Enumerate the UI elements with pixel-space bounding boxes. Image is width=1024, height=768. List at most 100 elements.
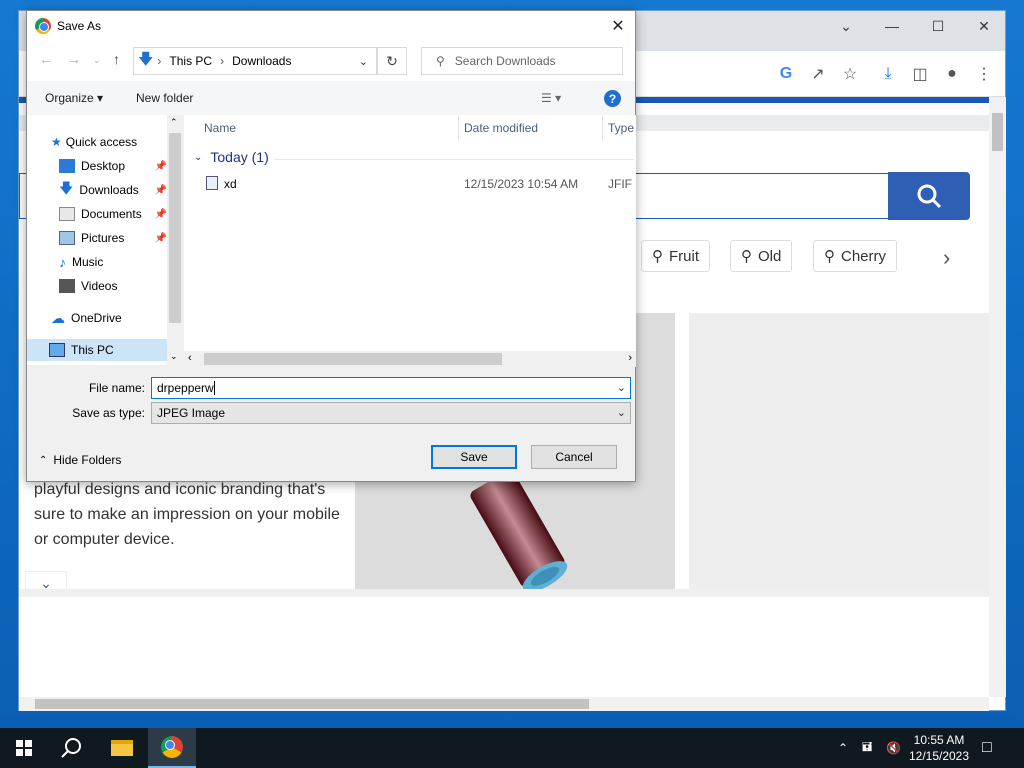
dialog-title-bar: Save As ✕ [27,11,635,41]
hide-folders-button[interactable]: ⌃ Hide Folders [39,453,121,467]
file-name-input[interactable]: drpepperw ⌄ [151,377,631,399]
nav-label: Desktop [81,159,126,173]
site-search-button[interactable] [888,172,970,220]
scroll-left-icon[interactable]: ‹ [188,352,192,364]
minimize-button[interactable]: — [869,11,915,41]
wallpaper-card[interactable] [689,313,989,589]
scroll-up-icon[interactable]: ⌃ [170,117,178,128]
view-options-icon[interactable]: ☰ ▾ [541,91,561,105]
search-downloads-input[interactable]: ⚲ Search Downloads [421,47,623,75]
scroll-thumb[interactable] [992,113,1003,151]
chrome-logo-icon [161,736,183,758]
notification-icon[interactable]: □ [982,728,992,768]
search-icon: ⚲ [741,248,752,265]
scroll-thumb[interactable] [35,699,589,709]
nav-desktop[interactable]: Desktop 📌 [59,155,167,177]
file-date: 12/15/2023 10:54 AM [464,177,579,191]
nav-music[interactable]: ♪ Music [59,251,167,273]
scroll-thumb[interactable] [204,353,502,365]
file-name-value: drpepperw [157,381,214,395]
column-separator[interactable] [458,115,459,141]
organize-label: Organize [45,91,94,105]
file-explorer-icon[interactable] [98,728,146,768]
dropdown-arrow-icon[interactable]: ⌄ [617,381,626,394]
search-icon: ⚲ [652,248,663,265]
save-button[interactable]: Save [431,445,517,469]
search-icon: ⚲ [436,54,445,68]
help-icon[interactable]: ? [604,90,621,107]
organize-button[interactable]: Organize ▾ [45,91,103,105]
chip-fruit[interactable]: ⚲ Fruit [641,240,710,272]
cancel-button[interactable]: Cancel [531,445,617,469]
pin-icon: 📌 [154,160,167,172]
address-dropdown-icon[interactable]: ⌄ [359,55,368,68]
file-row[interactable]: xd 12/15/2023 10:54 AM JFIF F [184,173,636,195]
navigation-pane: ★ Quick access Desktop 📌 🡇 Downloads 📌 Docum… [27,115,183,365]
chevron-right-icon[interactable]: › [943,245,950,271]
share-icon[interactable]: ↗ [805,61,831,87]
new-folder-button[interactable]: New folder [136,91,193,105]
nav-label: Music [72,255,104,269]
windows-start-icon[interactable] [0,728,48,768]
scroll-right-icon[interactable]: › [628,352,632,364]
breadcrumb-downloads[interactable]: Downloads [232,54,291,68]
group-header-today[interactable]: ⌄ Today (1) [194,149,269,165]
nav-documents[interactable]: Documents 📌 [59,203,167,225]
column-header-date[interactable]: Date modified [464,115,538,141]
nav-label: Downloads [79,183,139,197]
search-icon [917,184,942,209]
close-icon[interactable]: ✕ [601,11,635,41]
taskbar-search-icon[interactable] [48,728,96,768]
address-bar[interactable]: 🡇 › This PC › Downloads ⌄ [133,47,377,75]
download-icon[interactable]: ⤓ [875,61,901,87]
profile-avatar-icon[interactable]: ● [939,61,965,87]
side-panel-icon[interactable]: ◫ [907,61,933,87]
documents-icon [59,207,75,221]
back-arrow-icon[interactable]: ← [39,51,53,67]
image-file-icon [206,176,218,190]
chip-cherry[interactable]: ⚲ Cherry [813,240,898,272]
nav-this-pc[interactable]: This PC [27,339,167,361]
chip-old[interactable]: ⚲ Old [730,240,793,272]
nav-label: Pictures [81,231,125,245]
file-list-horizontal-scrollbar[interactable]: ‹ › [184,351,636,367]
forward-arrow-icon[interactable]: → [67,51,81,67]
tab-search-icon[interactable]: ⌄ [823,11,869,41]
divider [274,159,634,160]
up-arrow-icon[interactable]: ↑ [113,51,120,67]
breadcrumb-this-pc[interactable]: This PC [169,54,212,68]
tray-chevron-icon[interactable]: ⌃ [838,728,848,768]
scroll-thumb[interactable] [169,133,181,323]
column-header-type[interactable]: Type [608,115,634,141]
column-header-name[interactable]: Name [204,115,236,141]
command-bar: Organize ▾ New folder ☰ ▾ [27,81,635,115]
column-separator[interactable] [602,115,603,141]
page-horizontal-scrollbar[interactable] [19,697,989,711]
description-line: sure to make an impression on your mobil… [34,506,340,523]
taskbar-clock[interactable]: 10:55 AM 12/15/2023 [900,732,978,764]
nav-downloads[interactable]: 🡇 Downloads 📌 [59,179,167,201]
page-vertical-scrollbar[interactable] [989,97,1006,697]
recent-locations-chevron-icon[interactable]: ⌄ [93,55,101,66]
google-lens-icon[interactable]: G [773,61,799,87]
menu-kebab-icon[interactable]: ⋮ [971,61,997,87]
music-icon: ♪ [59,254,66,270]
network-icon[interactable]: 🖬 [862,728,872,768]
breadcrumb-separator-icon: › [220,54,225,68]
bookmark-star-icon[interactable]: ☆ [837,61,863,87]
close-window-button[interactable]: ✕ [961,11,1007,41]
chrome-taskbar-icon[interactable] [148,728,196,768]
pin-icon: 📌 [154,184,167,196]
description-text: playful designs and iconic branding that… [34,477,354,552]
taskbar: ⌃ 🖬 🔇 10:55 AM 12/15/2023 □ [0,728,1024,768]
save-type-select[interactable]: JPEG Image ⌄ [151,402,631,424]
volume-muted-icon[interactable]: 🔇 [886,728,901,768]
nav-videos[interactable]: Videos [59,275,167,297]
refresh-button[interactable]: ↻ [377,47,407,75]
nav-pane-scrollbar[interactable]: ⌃ ⌄ [167,115,183,365]
file-name-label: File name: [88,381,145,395]
maximize-button[interactable]: ☐ [915,11,961,41]
dropdown-arrow-icon: ▾ [97,91,104,105]
scroll-down-icon[interactable]: ⌄ [170,351,178,362]
nav-pictures[interactable]: Pictures 📌 [59,227,167,249]
